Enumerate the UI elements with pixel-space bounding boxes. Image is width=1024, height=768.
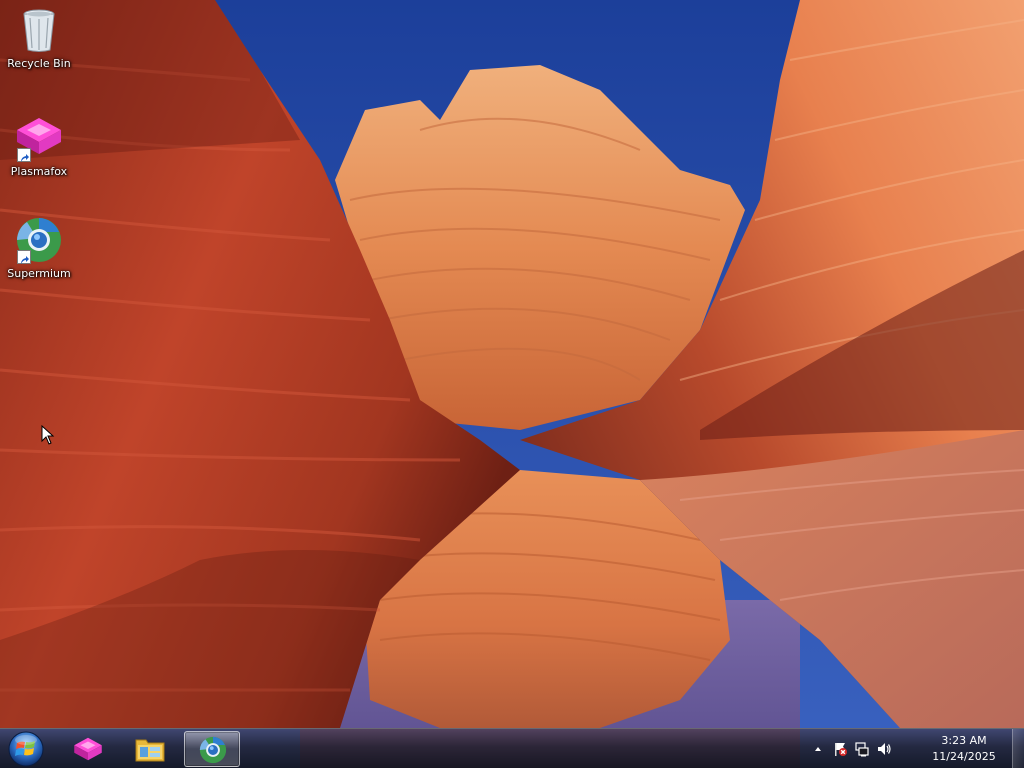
taskbar-pinned-file-explorer[interactable] xyxy=(122,731,178,767)
clock-time: 3:23 AM xyxy=(941,734,987,747)
volume-button[interactable] xyxy=(876,741,892,757)
desktop-icon-label: Plasmafox xyxy=(10,165,68,178)
taskbar-pinned-supermium[interactable] xyxy=(184,731,240,767)
shortcut-arrow-icon xyxy=(17,250,31,264)
recycle-bin-icon xyxy=(15,6,63,54)
action-center-flag-icon xyxy=(835,743,847,756)
mouse-pointer-icon xyxy=(41,425,55,445)
network-icon xyxy=(855,742,869,757)
show-desktop-button[interactable] xyxy=(1012,729,1024,768)
shortcut-arrow-icon xyxy=(17,148,31,162)
action-center-button[interactable] xyxy=(832,741,848,757)
chevron-up-icon xyxy=(815,747,821,751)
start-button[interactable] xyxy=(6,730,46,768)
taskbar: 3:23 AM 11/24/2025 xyxy=(0,728,1024,768)
desktop-icon-supermium[interactable]: Supermium xyxy=(1,216,77,280)
desktop-icon-plasmafox[interactable]: Plasmafox xyxy=(1,114,77,178)
desktop-icon-label: Recycle Bin xyxy=(7,57,71,70)
desktop-wallpaper xyxy=(0,0,1024,768)
windows-start-orb-icon xyxy=(8,731,44,767)
plasmafox-icon xyxy=(72,734,104,764)
system-tray: 3:23 AM 11/24/2025 xyxy=(810,729,1010,768)
show-hidden-icons-button[interactable] xyxy=(810,741,826,757)
desktop-icon-recycle-bin[interactable]: Recycle Bin xyxy=(1,6,77,70)
volume-icon xyxy=(878,743,891,755)
taskbar-clock[interactable]: 3:23 AM 11/24/2025 xyxy=(924,733,1004,765)
taskbar-pinned-plasmafox[interactable] xyxy=(60,731,116,767)
supermium-icon xyxy=(197,735,229,765)
network-button[interactable] xyxy=(854,741,870,757)
file-explorer-icon xyxy=(134,734,166,764)
supermium-icon xyxy=(15,216,63,264)
desktop-icon-label: Supermium xyxy=(7,267,71,280)
clock-date: 11/24/2025 xyxy=(932,750,996,763)
plasmafox-icon xyxy=(15,114,63,162)
